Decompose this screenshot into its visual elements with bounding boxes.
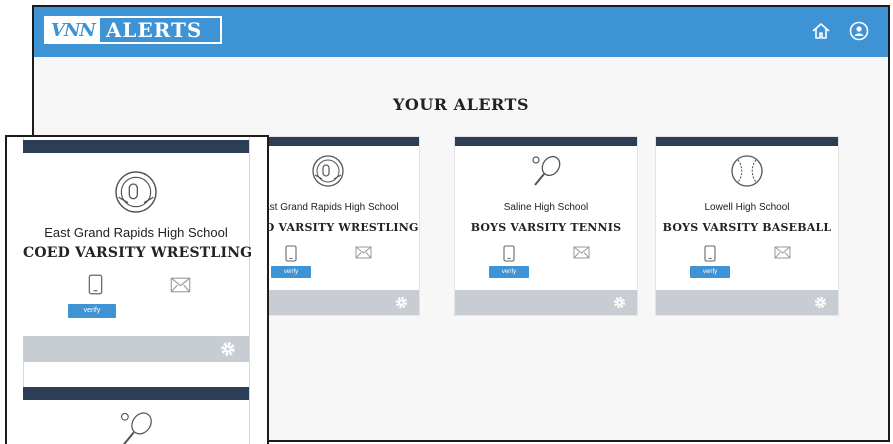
mobile-view: East Grand Rapids High School COED VARSI…	[5, 135, 269, 444]
alert-card	[23, 387, 249, 444]
app-header: VNN ALERTS	[34, 7, 888, 57]
card-footer	[23, 336, 249, 362]
gear-icon[interactable]	[219, 340, 237, 358]
logo-mark: VNN	[46, 18, 100, 42]
tennis-racket-icon	[23, 409, 249, 444]
mail-icon[interactable]	[773, 245, 791, 259]
phone-icon[interactable]	[703, 244, 717, 262]
alert-card: Saline High School BOYS VARSITY TENNIS v…	[455, 137, 637, 315]
school-name: East Grand Rapids High School	[44, 225, 228, 240]
mail-icon[interactable]	[169, 276, 191, 293]
alert-card: East Grand Rapids High School COED VARSI…	[23, 140, 253, 362]
gear-icon[interactable]	[813, 295, 828, 310]
team-name: COED VARSITY WRESTLING	[23, 245, 253, 261]
mail-icon[interactable]	[354, 245, 372, 259]
logo-text: ALERTS	[105, 18, 203, 42]
verify-button[interactable]: verify	[489, 266, 529, 278]
user-icon[interactable]	[848, 20, 870, 42]
alert-card: Lowell High School BOYS VARSITY BASEBALL…	[656, 137, 838, 315]
tennis-racket-icon	[455, 153, 637, 189]
gear-icon[interactable]	[612, 295, 627, 310]
card-header-bar	[23, 140, 249, 153]
card-header-bar	[656, 137, 838, 146]
phone-icon[interactable]	[86, 273, 104, 295]
card-header-bar	[455, 137, 637, 146]
home-icon[interactable]	[810, 20, 832, 42]
gear-icon[interactable]	[394, 295, 409, 310]
card-footer	[656, 290, 838, 315]
team-name: BOYS VARSITY TENNIS	[470, 221, 622, 234]
vnn-alerts-logo[interactable]: VNN ALERTS	[44, 16, 222, 44]
wrestling-headgear-icon	[23, 168, 249, 216]
school-name: Saline High School	[503, 202, 589, 213]
baseball-icon	[656, 153, 838, 189]
verify-button[interactable]: verify	[271, 266, 311, 278]
page-title: YOUR ALERTS	[392, 95, 529, 114]
verify-button[interactable]: verify	[68, 304, 116, 318]
school-name: Lowell High School	[704, 202, 790, 213]
card-footer	[455, 290, 637, 315]
phone-icon[interactable]	[284, 244, 298, 262]
divider	[249, 137, 250, 444]
team-name: BOYS VARSITY BASEBALL	[662, 221, 832, 234]
verify-button[interactable]: verify	[690, 266, 730, 278]
mail-icon[interactable]	[572, 245, 590, 259]
card-header-bar	[23, 387, 249, 400]
phone-icon[interactable]	[502, 244, 516, 262]
